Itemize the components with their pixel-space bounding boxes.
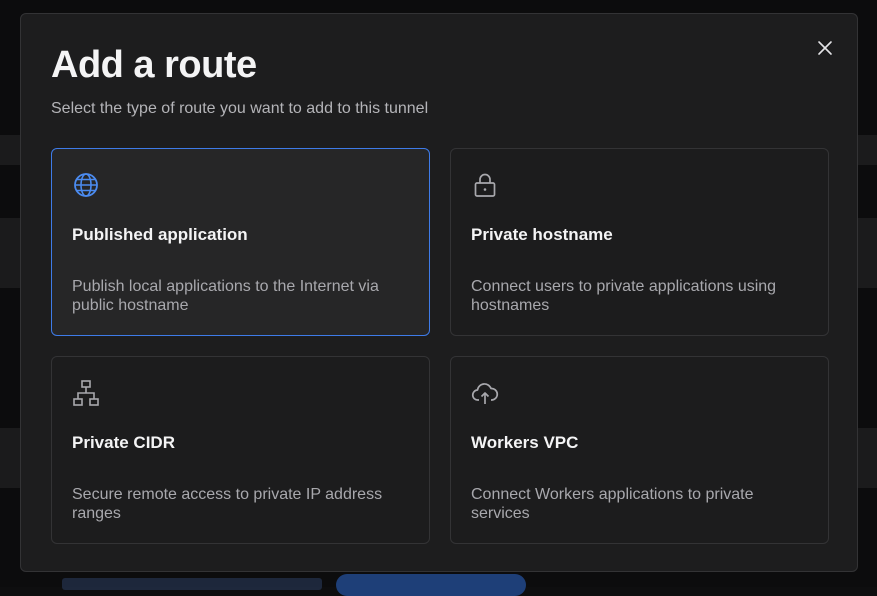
close-icon xyxy=(818,41,832,55)
lock-icon xyxy=(474,173,496,197)
dialog-title: Add a route xyxy=(51,44,257,86)
route-option-description: Secure remote access to private IP addre… xyxy=(72,486,383,522)
network-icon xyxy=(73,380,99,406)
dialog-subtitle: Select the type of route you want to add… xyxy=(51,100,429,117)
route-option-description: Connect Workers applications to private … xyxy=(471,486,754,522)
globe-icon xyxy=(74,173,98,197)
close-button[interactable] xyxy=(813,36,837,60)
route-option-private-hostname[interactable]: Private hostname Connect users to privat… xyxy=(450,148,829,336)
route-option-description: Connect users to private applications us… xyxy=(471,278,777,314)
route-option-published-application[interactable]: Published application Publish local appl… xyxy=(51,148,430,336)
cloud-upload-icon xyxy=(471,383,499,404)
route-option-title: Private hostname xyxy=(471,225,613,244)
background-badge xyxy=(336,574,526,596)
add-route-dialog: Add a route Select the type of route you… xyxy=(20,13,858,572)
route-option-title: Private CIDR xyxy=(72,433,175,452)
route-option-private-cidr[interactable]: Private CIDR Secure remote access to pri… xyxy=(51,356,430,544)
route-option-workers-vpc[interactable]: Workers VPC Connect Workers applications… xyxy=(450,356,829,544)
route-option-title: Published application xyxy=(72,225,248,244)
background-link xyxy=(62,578,322,590)
route-option-title: Workers VPC xyxy=(471,433,579,452)
route-option-description: Publish local applications to the Intern… xyxy=(72,278,379,314)
